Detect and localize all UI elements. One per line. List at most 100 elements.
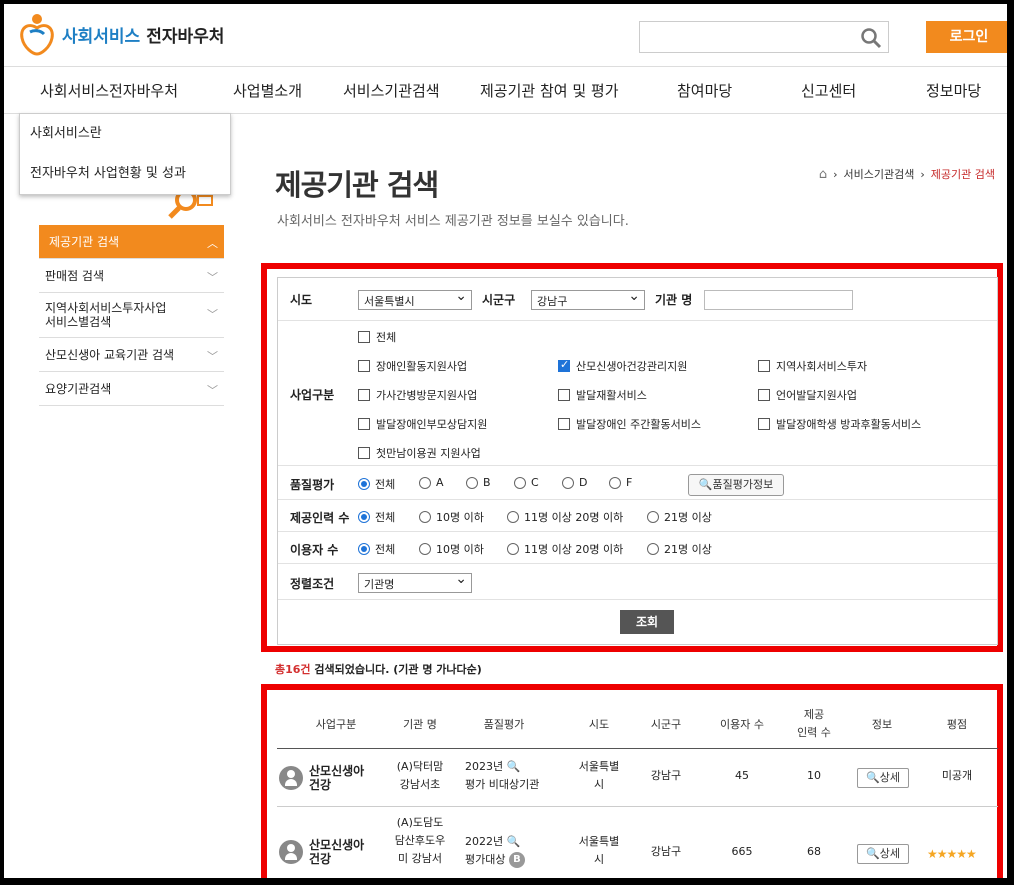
sort-select[interactable]: 기관명 [358,571,472,593]
nav-item-org-search[interactable]: 서비스기관검색 [343,80,440,101]
radio-label: 21명 이상 [664,543,712,556]
checkbox-all[interactable]: 전체 [358,329,396,345]
radio-users-all[interactable]: 전체 [358,541,395,557]
dropdown-item-status[interactable]: 전자바우처 사업현황 및 성과 [20,154,230,194]
quality-info-button[interactable]: 🔍품질평가정보 [688,474,784,496]
nav-item-voucher[interactable]: 사회서비스전자바우처 [40,80,178,101]
radio-quality-all[interactable]: 전체 [358,476,395,492]
sido-label: 시도 [290,293,313,307]
detail-button[interactable]: 🔍상세 [857,768,909,788]
checkbox-day-activity[interactable]: 발달장애인 주간활동서비스 [558,416,701,432]
rating-stars-icon: ★★★★★ [927,847,977,861]
radio-label: 10명 이하 [436,543,484,556]
radio-staff-all[interactable]: 전체 [358,509,395,525]
chevron-down-icon: ﹀ [207,349,218,363]
checkbox-label: 발달장애인부모상담지원 [376,418,488,431]
chevron-right-icon: › [833,167,838,181]
detail-label: 상세 [879,771,900,784]
side-item-care-search[interactable]: 요양기관검색 ﹀ [39,372,224,406]
row-divider [277,806,998,807]
nav-item-info[interactable]: 정보마당 [926,80,981,101]
radio-label: A [436,476,444,489]
result-count-number: 총16건 [275,663,311,676]
checkbox-dev-rehab[interactable]: 발달재활서비스 [558,387,647,403]
row-quality[interactable]: 2022년 🔍 평가대상 B [465,833,565,869]
checkbox-icon [358,360,370,372]
radio-label: F [626,476,633,489]
radio-icon [514,476,526,489]
radio-icon [419,476,431,489]
quality-info-label: 품질평가정보 [712,478,774,491]
checkbox-after-school[interactable]: 발달장애학생 방과후활동서비스 [758,416,921,432]
radio-icon [419,511,431,523]
org-name-input[interactable] [704,290,853,310]
radio-staff-10[interactable]: 10명 이하 [419,509,484,525]
checkbox-icon [558,418,570,430]
users-label: 이용자 수 [290,543,339,557]
row-org-name[interactable]: (A)닥터맘 강남서초 [390,758,450,794]
nav-item-report[interactable]: 신고센터 [801,80,856,101]
breadcrumb-current: 제공기관 검색 [930,168,995,181]
search-input[interactable] [639,21,889,53]
radio-selected-icon [358,543,370,555]
checkbox-label: 가사간병방문지원사업 [376,389,478,402]
checkbox-icon [358,331,370,343]
checkbox-home-care[interactable]: 가사간병방문지원사업 [358,387,477,403]
radio-quality-d[interactable]: D [562,476,587,489]
radio-users-21[interactable]: 21명 이상 [647,541,712,557]
detail-button[interactable]: 🔍상세 [857,844,909,864]
radio-label: 21명 이상 [664,511,712,524]
nav-item-business[interactable]: 사업별소개 [233,80,302,101]
checkbox-label: 전체 [376,331,397,344]
side-item-label: 요양기관검색 [45,382,112,396]
side-item-store-search[interactable]: 판매점 검색 ﹀ [39,259,224,293]
side-item-community-service[interactable]: 지역사회서비스투자사업 서비스별검색 ﹀ [39,293,224,338]
checkbox-maternity[interactable]: 산모신생아건강관리지원 [558,358,687,374]
radio-icon [466,476,478,489]
row-org-name[interactable]: (A)도담도 담산후도우 미 강남서 [390,814,450,868]
checkbox-label: 언어발달지원사업 [776,389,857,402]
radio-users-11-20[interactable]: 11명 이상 20명 이하 [507,541,623,557]
checkbox-community[interactable]: 지역사회서비스투자 [758,358,867,374]
highlight-box-results: 사업구분 기관 명 품질평가 시도 시군구 이용자 수 제공 인력 수 정보 평… [261,684,1003,878]
site-logo[interactable]: 사회서비스 전자바우처 [18,8,224,60]
nav-item-provider-eval[interactable]: 제공기관 참여 및 평가 [480,80,619,101]
radio-quality-a[interactable]: A [419,476,444,489]
side-item-org-search[interactable]: 제공기관 검색 ︿ [39,225,224,259]
checkbox-label: 발달재활서비스 [576,389,647,402]
home-icon[interactable]: ⌂ [819,167,827,182]
dropdown-item-about[interactable]: 사회서비스란 [20,114,230,154]
nav-item-participation[interactable]: 참여마당 [677,80,732,101]
radio-label: 전체 [375,478,396,491]
search-icon[interactable] [860,27,882,49]
radio-users-10[interactable]: 10명 이하 [419,541,484,557]
side-item-edu-search[interactable]: 산모신생아 교육기관 검색 ﹀ [39,338,224,372]
radio-staff-11-20[interactable]: 11명 이상 20명 이하 [507,509,623,525]
radio-quality-c[interactable]: C [514,476,539,489]
checkbox-first-meeting[interactable]: 첫만남이용권 지원사업 [358,445,481,461]
search-submit-button[interactable]: 조회 [620,610,674,634]
checkbox-disability-activity[interactable]: 장애인활동지원사업 [358,358,467,374]
search-icon: 🔍 [698,478,713,491]
checkbox-icon [758,389,770,401]
row-quality[interactable]: 2023년 🔍 평가 비대상기관 [465,758,565,794]
login-button[interactable]: 로그인 [926,21,1007,53]
page-description: 사회서비스 전자바우처 서비스 제공기관 정보를 보실수 있습니다. [277,214,629,229]
radio-label: D [579,476,588,489]
checkbox-icon [358,418,370,430]
col-header-quality: 품질평가 [483,718,525,731]
sigungu-select[interactable]: 강남구 [531,288,645,310]
checkbox-icon [758,360,770,372]
breadcrumb-level1[interactable]: 서비스기관검색 [844,166,915,182]
radio-quality-b[interactable]: B [466,476,491,489]
sido-select[interactable]: 서울특별시 [358,288,472,310]
org-name-label: 기관 명 [655,293,693,307]
row-sigungu: 강남구 [650,845,682,858]
radio-label: 10명 이하 [436,511,484,524]
checkbox-parent-counsel[interactable]: 발달장애인부모상담지원 [358,416,487,432]
category-label: 산모신생아 건강 [309,764,365,792]
radio-quality-f[interactable]: F [609,476,632,489]
checkbox-language[interactable]: 언어발달지원사업 [758,387,857,403]
checkbox-icon [358,447,370,459]
radio-staff-21[interactable]: 21명 이상 [647,509,712,525]
